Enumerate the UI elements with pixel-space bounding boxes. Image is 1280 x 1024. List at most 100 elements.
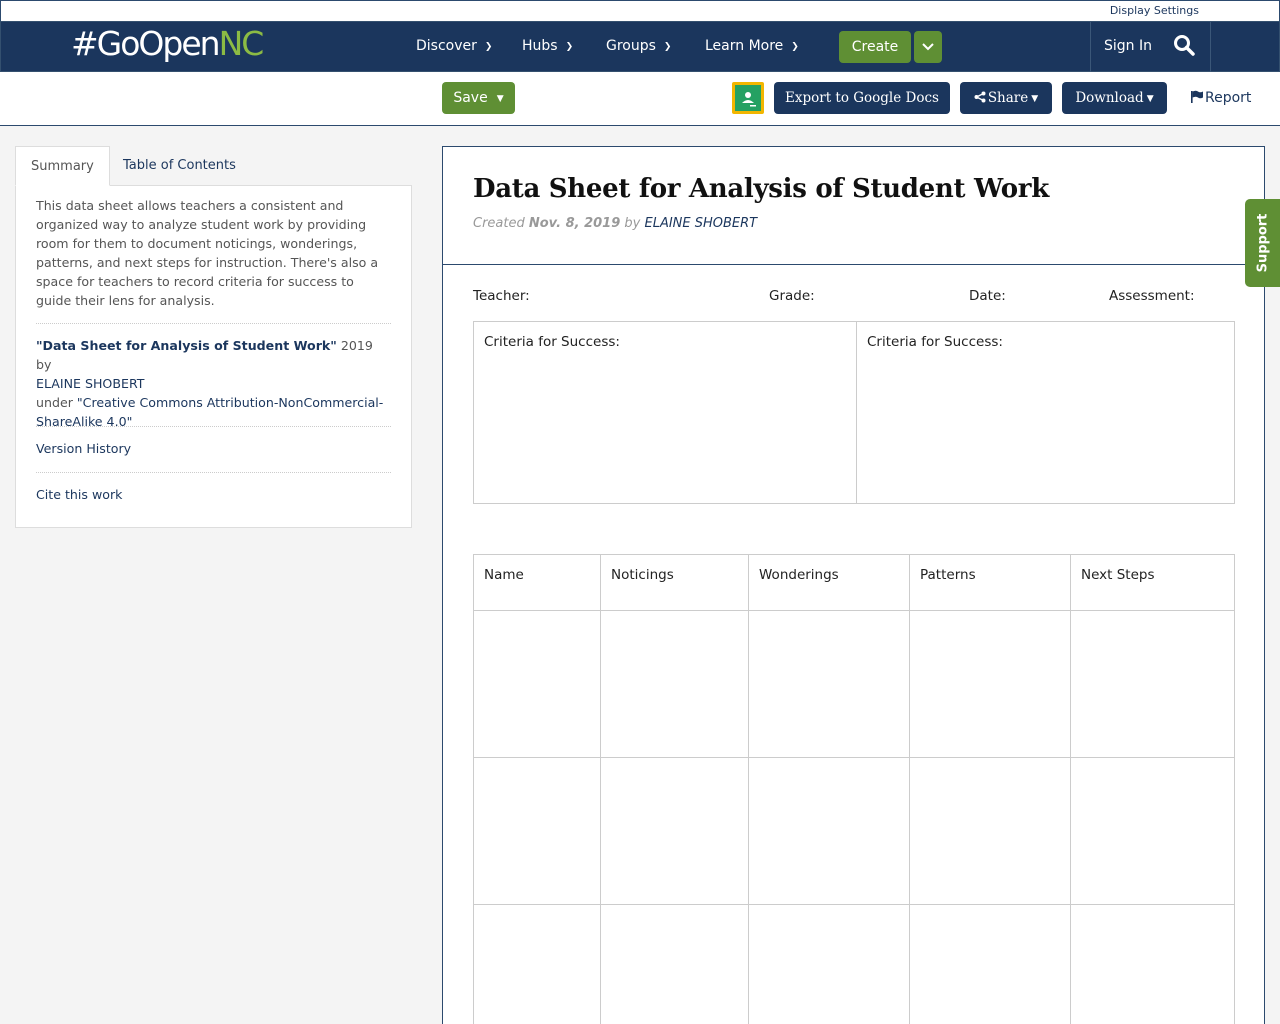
criteria-cell: Criteria for Success: bbox=[856, 321, 1235, 504]
tab-summary[interactable]: Summary bbox=[15, 146, 110, 186]
date-field-label: Date: bbox=[969, 288, 1006, 304]
chevron-down-icon: ❯ bbox=[565, 42, 574, 52]
nav-divider bbox=[1090, 22, 1091, 72]
attribution-under: under bbox=[36, 395, 77, 410]
analysis-table: Name Noticings Wonderings Patterns Next … bbox=[473, 554, 1235, 1024]
resource-description: This data sheet allows teachers a consis… bbox=[36, 198, 379, 308]
utility-bar: Display Settings bbox=[0, 0, 1280, 21]
nav-learn-more[interactable]: Learn More ❯ bbox=[705, 22, 799, 72]
nav-groups-label: Groups bbox=[606, 38, 656, 54]
share-icon bbox=[974, 91, 986, 103]
share-button-label: Share bbox=[987, 90, 1029, 106]
caret-down-icon: ▼ bbox=[496, 94, 504, 104]
nav-hubs-label: Hubs bbox=[522, 38, 558, 54]
column-header-noticings: Noticings bbox=[600, 554, 749, 611]
column-header-name: Name bbox=[473, 554, 601, 611]
export-google-docs-button[interactable]: Export to Google Docs bbox=[774, 82, 950, 114]
report-label: Report bbox=[1205, 90, 1252, 106]
caret-down-icon: ▼ bbox=[1031, 94, 1039, 104]
divider bbox=[36, 323, 391, 324]
attribution-title: "Data Sheet for Analysis of Student Work… bbox=[36, 338, 337, 353]
table-cell bbox=[473, 904, 601, 1024]
table-cell bbox=[909, 757, 1071, 905]
resource-action-bar: Save ▼ Export to Google Docs Share ▼ Downl… bbox=[0, 72, 1280, 126]
table-row bbox=[473, 610, 1235, 758]
report-link[interactable]: Report bbox=[1190, 82, 1251, 114]
criteria-cell: Criteria for Success: bbox=[473, 321, 857, 504]
save-button-label: Save bbox=[453, 90, 488, 106]
search-icon bbox=[1174, 35, 1195, 56]
display-settings-link[interactable]: Display Settings bbox=[1110, 4, 1199, 17]
support-tab[interactable]: Support bbox=[1245, 199, 1280, 287]
create-dropdown-button[interactable] bbox=[914, 31, 942, 63]
main-navbar: #GoOpenNC Discover ❯ Hubs ❯ Groups ❯ Learn … bbox=[0, 21, 1280, 72]
grade-field-label: Grade: bbox=[769, 288, 815, 304]
site-logo[interactable]: #GoOpenNC bbox=[71, 23, 265, 65]
author-link[interactable]: ELAINE SHOBERT bbox=[645, 216, 758, 231]
nav-discover-label: Discover bbox=[416, 38, 477, 54]
google-classroom-button[interactable] bbox=[732, 82, 764, 114]
support-label: Support bbox=[1255, 213, 1270, 273]
google-classroom-icon bbox=[735, 85, 761, 111]
version-history-link[interactable]: Version History bbox=[36, 441, 131, 456]
assessment-field-label: Assessment: bbox=[1109, 288, 1195, 304]
chevron-down-icon: ❯ bbox=[791, 42, 799, 52]
attribution-block: "Data Sheet for Analysis of Student Work… bbox=[36, 336, 391, 431]
summary-panel: This data sheet allows teachers a consis… bbox=[15, 185, 412, 528]
chevron-down-icon bbox=[922, 42, 934, 50]
created-date: Nov. 8, 2019 bbox=[528, 216, 621, 231]
search-button[interactable] bbox=[1173, 34, 1199, 60]
document-header: Data Sheet for Analysis of Student Work … bbox=[443, 147, 1264, 265]
table-cell bbox=[1070, 610, 1235, 758]
document-meta: Created Nov. 8, 2019 by ELAINE SHOBERT bbox=[473, 216, 757, 231]
license-link[interactable]: "Creative Commons Attribution-NonCommerc… bbox=[36, 395, 383, 429]
document-title: Data Sheet for Analysis of Student Work bbox=[473, 174, 1049, 204]
flag-icon bbox=[1191, 90, 1203, 103]
created-label: Created bbox=[473, 216, 525, 231]
attribution-author-link[interactable]: ELAINE SHOBERT bbox=[36, 376, 144, 391]
summary-tabs: Summary Table of Contents bbox=[15, 146, 412, 186]
table-cell bbox=[909, 904, 1071, 1024]
share-button[interactable]: Share ▼ bbox=[960, 82, 1052, 114]
create-button[interactable]: Create bbox=[839, 31, 911, 63]
download-button[interactable]: Download ▼ bbox=[1062, 82, 1167, 114]
nav-groups[interactable]: Groups ❯ bbox=[606, 22, 671, 72]
table-header-row: Name Noticings Wonderings Patterns Next … bbox=[473, 554, 1235, 611]
document-viewer: Data Sheet for Analysis of Student Work … bbox=[442, 146, 1265, 1024]
divider bbox=[36, 472, 391, 473]
table-row bbox=[473, 757, 1235, 905]
table-cell bbox=[473, 757, 601, 905]
table-cell bbox=[909, 610, 1071, 758]
column-header-next-steps: Next Steps bbox=[1070, 554, 1235, 611]
logo-suffix: NC bbox=[218, 24, 265, 63]
logo-prefix: #GoOpen bbox=[71, 24, 221, 63]
tab-table-of-contents[interactable]: Table of Contents bbox=[108, 146, 251, 186]
column-header-wonderings: Wonderings bbox=[748, 554, 910, 611]
teacher-field-label: Teacher: bbox=[473, 288, 530, 304]
table-cell bbox=[600, 904, 749, 1024]
cite-this-work-link[interactable]: Cite this work bbox=[36, 487, 122, 502]
nav-learn-more-label: Learn More bbox=[705, 38, 784, 54]
table-row bbox=[473, 904, 1235, 1024]
nav-divider bbox=[1210, 22, 1211, 72]
table-cell bbox=[473, 610, 601, 758]
table-cell bbox=[748, 757, 910, 905]
sign-in-link[interactable]: Sign In bbox=[1104, 22, 1152, 72]
table-cell bbox=[600, 610, 749, 758]
divider bbox=[36, 426, 391, 427]
nav-discover[interactable]: Discover ❯ bbox=[416, 22, 492, 72]
download-button-label: Download bbox=[1075, 90, 1144, 106]
chevron-down-icon: ❯ bbox=[663, 42, 672, 52]
save-button[interactable]: Save ▼ bbox=[442, 82, 515, 114]
criteria-table: Criteria for Success: Criteria for Succe… bbox=[473, 321, 1235, 504]
column-header-patterns: Patterns bbox=[909, 554, 1071, 611]
nav-hubs[interactable]: Hubs ❯ bbox=[522, 22, 573, 72]
table-cell bbox=[600, 757, 749, 905]
chevron-down-icon: ❯ bbox=[484, 42, 493, 52]
caret-down-icon: ▼ bbox=[1146, 94, 1154, 104]
by-label: by bbox=[624, 216, 641, 231]
table-cell bbox=[748, 904, 910, 1024]
table-cell bbox=[1070, 757, 1235, 905]
table-cell bbox=[1070, 904, 1235, 1024]
table-cell bbox=[748, 610, 910, 758]
